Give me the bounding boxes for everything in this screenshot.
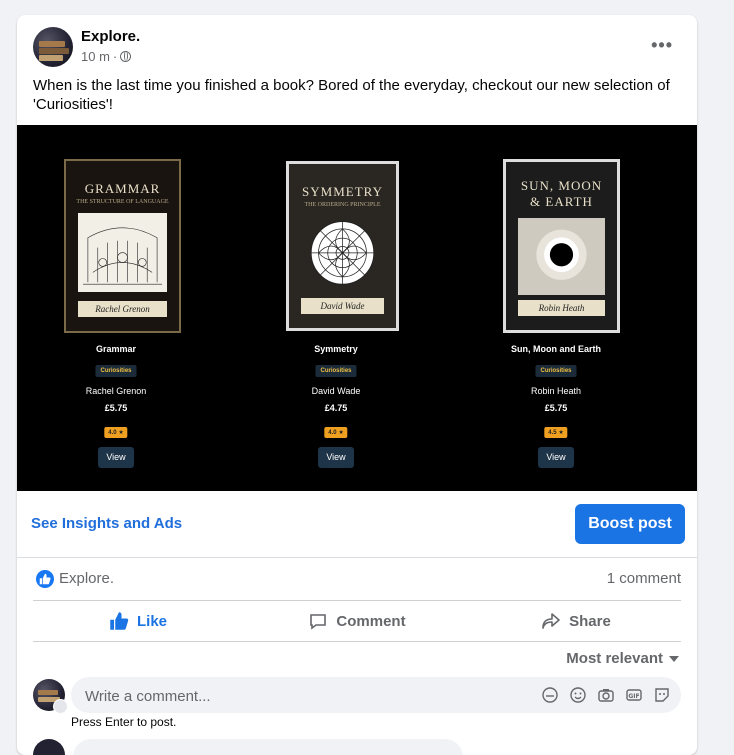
post-header: Explore. 10 m · ••• [17,15,697,75]
reactions-bar: Explore. 1 comment [33,558,681,601]
more-options-icon[interactable]: ••• [651,35,673,56]
category-badge: Curiosities [315,365,357,377]
sort-dropdown[interactable]: Most relevant [566,650,679,667]
comment-count[interactable]: 1 comment [607,570,681,587]
svg-text:GIF: GIF [628,693,639,700]
view-button[interactable]: View [538,447,574,468]
cover-title: SYMMETRY [302,184,383,199]
next-comment-avatar[interactable] [33,739,65,755]
see-insights-link[interactable]: See Insights and Ads [31,515,182,532]
sort-label: Most relevant [566,650,663,667]
book-price: £5.75 [544,403,568,413]
reactor-name[interactable]: Explore. [59,570,114,587]
insights-bar: See Insights and Ads Boost post [17,491,697,558]
cover-subtitle: THE ORDERING PRINCIPLE [304,202,381,208]
cover-subtitle: THE STRUCTURE OF LANGUAGE [76,199,169,205]
profile-switch-icon[interactable] [53,699,68,714]
category-badge: Curiosities [95,365,137,377]
comment-icon [310,614,327,630]
like-label: Like [136,612,167,630]
cover-author: David Wade [301,298,384,314]
book-cover[interactable]: SUN, MOON & EARTH Robin Heath [503,159,620,333]
book-name: Symmetry [314,344,358,354]
share-label: Share [569,612,611,630]
book-name: Grammar [95,344,137,354]
rating-badge: 4.0 ★ [104,427,128,438]
book-cover[interactable]: SYMMETRY THE ORDERING PRINCIPLE David Wa… [286,161,399,331]
cover-title: SUN, MOON & EARTH [520,178,603,209]
cover-author: Robin Heath [518,300,605,316]
gif-icon[interactable]: GIF [625,686,643,704]
post-text: When is the last time you finished a boo… [33,77,670,113]
book-price: £4.75 [324,403,348,413]
boost-post-button[interactable]: Boost post [575,504,685,544]
comment-label: Comment [336,612,406,630]
view-button[interactable]: View [98,447,134,468]
sticker-icon[interactable] [653,686,671,704]
post-time[interactable]: 10 m [81,49,110,64]
cover-illustration [78,213,167,293]
book-author: David Wade [311,386,361,396]
book-cover[interactable]: GRAMMAR THE STRUCTURE OF LANGUAGE Rachel… [64,159,181,333]
book-price: £5.75 [104,403,128,413]
post-media[interactable]: GRAMMAR THE STRUCTURE OF LANGUAGE Rachel… [17,125,697,491]
meta-separator: · [112,49,118,64]
like-button[interactable]: Like [33,601,243,641]
rating-badge: 4.5 ★ [544,427,568,438]
view-button[interactable]: View [318,447,354,468]
emoji-icon[interactable] [569,686,587,704]
avatar-sticker-icon[interactable] [541,686,559,704]
cover-author: Rachel Grenon [78,301,167,317]
thumbs-up-icon [110,612,129,630]
chevron-down-icon [669,655,679,662]
globe-icon[interactable] [120,51,132,62]
like-reaction-icon[interactable] [36,570,54,588]
cover-illustration [310,221,375,285]
camera-icon[interactable] [597,686,615,704]
post-meta: 10 m · [81,49,132,64]
page-name[interactable]: Explore. [81,28,140,45]
share-button[interactable]: Share [471,601,681,641]
rating-badge: 4.0 ★ [324,427,348,438]
comment-input[interactable] [83,677,527,715]
book-name: Sun, Moon and Earth [511,344,601,354]
post-card: Explore. 10 m · ••• When is the last tim… [17,15,697,755]
book-author: Robin Heath [530,386,582,396]
next-comment-bubble [73,739,463,755]
comment-button[interactable]: Comment [252,601,462,641]
page-avatar[interactable] [33,27,73,67]
cover-illustration [518,218,605,296]
cover-title: GRAMMAR [84,181,161,196]
share-icon [542,613,560,629]
comment-composer: GIF [71,677,681,715]
action-bar: Like Comment Share [33,601,681,642]
book-author: Rachel Grenon [85,386,147,396]
category-badge: Curiosities [535,365,577,377]
press-enter-hint: Press Enter to post. [71,715,177,729]
